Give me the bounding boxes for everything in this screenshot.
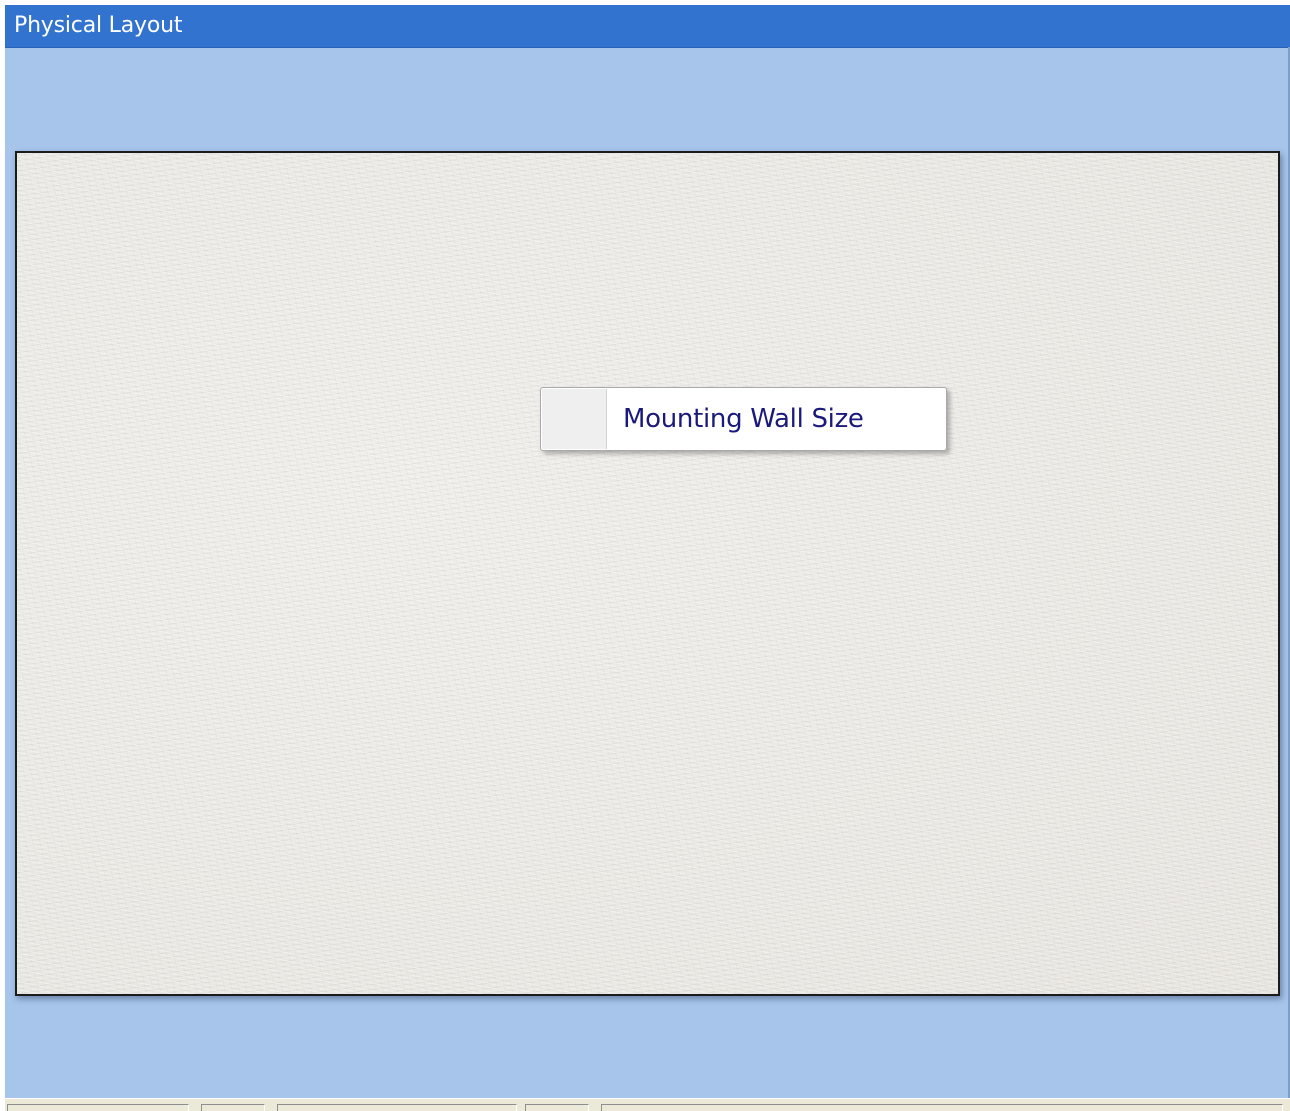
menu-icon-column — [542, 389, 607, 449]
status-panel-5 — [601, 1104, 1283, 1111]
status-panel-3 — [277, 1104, 517, 1111]
layout-canvas[interactable] — [15, 151, 1280, 996]
status-panel-4 — [525, 1104, 589, 1111]
status-panel-2 — [201, 1104, 265, 1111]
context-menu: Mounting Wall Size — [540, 387, 947, 451]
menu-item-mounting-wall-size[interactable]: Mounting Wall Size — [607, 389, 944, 449]
window-title: Physical Layout — [14, 13, 183, 38]
status-panel-1 — [7, 1104, 189, 1111]
window-left-edge — [0, 0, 5, 1111]
status-bar — [5, 1098, 1290, 1111]
menu-item-label: Mounting Wall Size — [623, 404, 864, 434]
window-titlebar[interactable]: Physical Layout — [5, 5, 1290, 48]
physical-layout-window: Physical Layout Mounting Wall Size — [0, 0, 1290, 1111]
